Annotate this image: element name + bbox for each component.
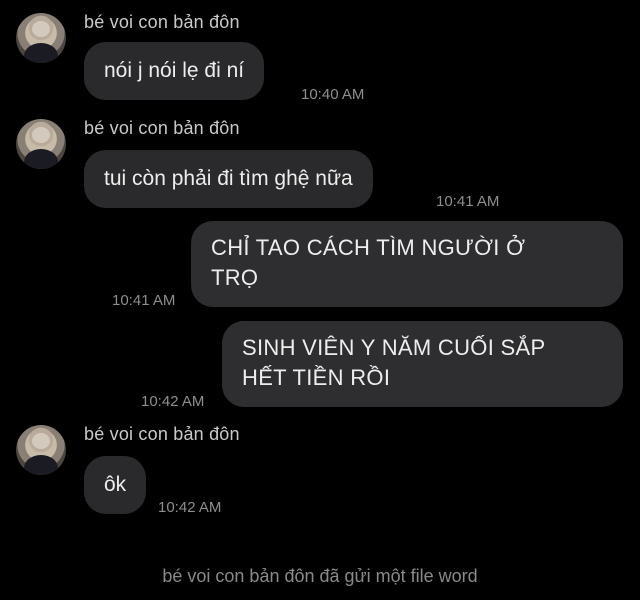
avatar-photo-body [24, 43, 58, 63]
incoming-message-bubble[interactable]: tui còn phải đi tìm ghệ nữa [84, 150, 373, 208]
avatar-photo-highlight [32, 433, 50, 449]
message-text: ôk [104, 473, 127, 496]
incoming-message-bubble[interactable]: ôk [84, 456, 147, 514]
file-sent-notice: bé voi con bản đôn đã gửi một file word [162, 566, 478, 586]
message-text-line: CHỈ TAO CÁCH TÌM NGƯỜI Ở [211, 235, 526, 260]
avatar-photo-highlight [32, 21, 50, 37]
message-text-line: HẾT TIỀN RỒI [242, 365, 391, 390]
outgoing-message-bubble[interactable]: SINH VIÊN Y NĂM CUỐI SẮP HẾT TIỀN RỒI [222, 321, 623, 407]
avatar-photo-body [24, 455, 58, 475]
sender-name: bé voi con bản đôn [84, 118, 240, 138]
message-timestamp: 10:42 AM [141, 393, 205, 410]
message-timestamp: 10:41 AM [112, 292, 176, 309]
sender-name: bé voi con bản đôn [84, 12, 240, 32]
message-text-line: SINH VIÊN Y NĂM CUỐI SẮP [242, 335, 546, 360]
avatar-photo-body [24, 149, 58, 169]
message-timestamp: 10:40 AM [301, 86, 365, 103]
message-text: nói j nói lẹ đi ní [104, 59, 245, 82]
sender-avatar[interactable] [16, 119, 66, 169]
sender-avatar[interactable] [16, 425, 66, 475]
message-timestamp: 10:41 AM [436, 193, 500, 210]
message-text: tui còn phải đi tìm ghệ nữa [104, 167, 353, 190]
sender-avatar[interactable] [16, 13, 66, 63]
message-timestamp: 10:42 AM [158, 499, 222, 516]
outgoing-message-bubble[interactable]: CHỈ TAO CÁCH TÌM NGƯỜI Ở TRỌ [191, 221, 623, 307]
sender-name: bé voi con bản đôn [84, 424, 240, 444]
incoming-message-bubble[interactable]: nói j nói lẹ đi ní [84, 42, 265, 100]
message-text-line: TRỌ [211, 265, 259, 290]
avatar-photo-highlight [32, 127, 50, 143]
